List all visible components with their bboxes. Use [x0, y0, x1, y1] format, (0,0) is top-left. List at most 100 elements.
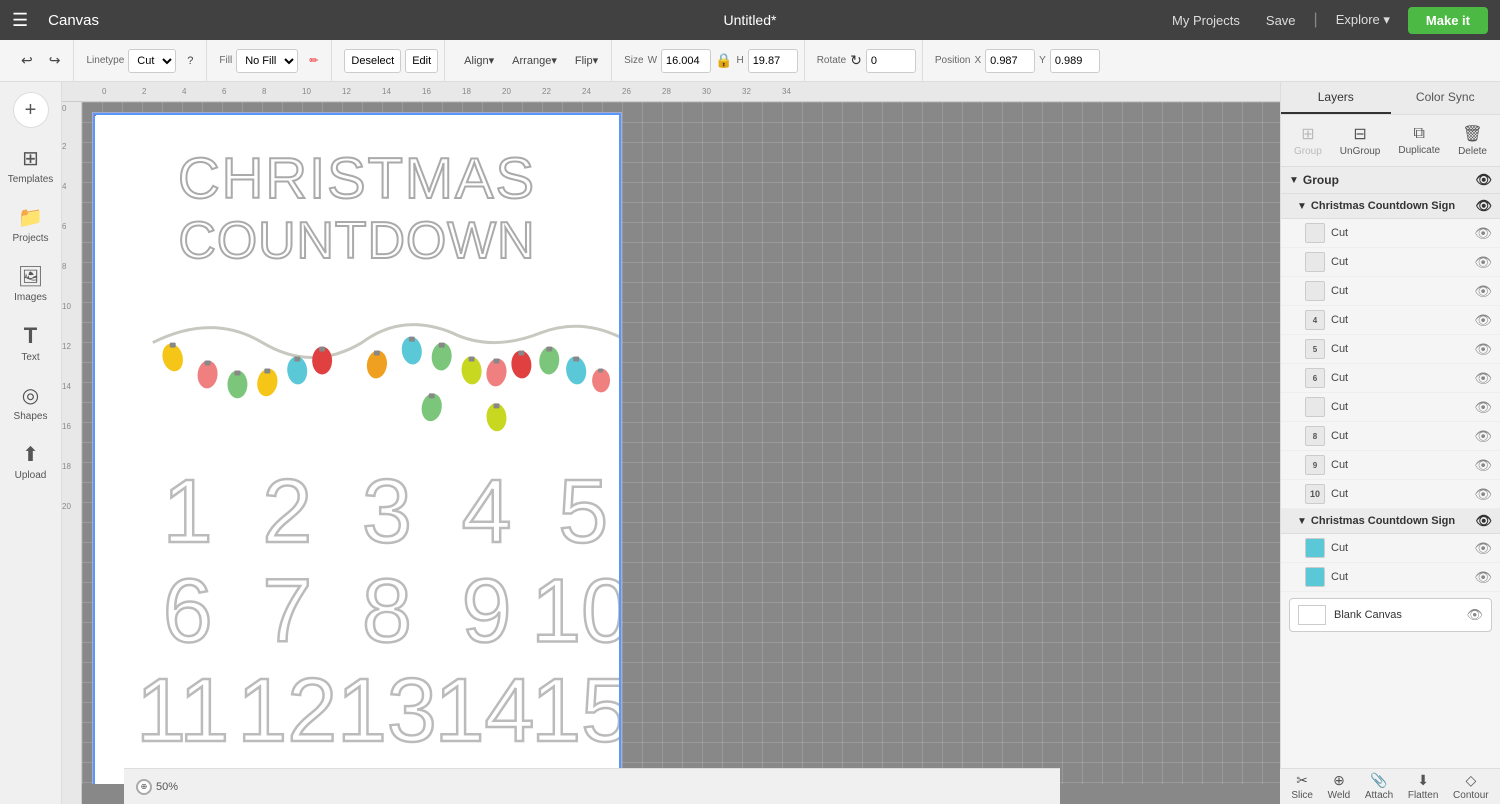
- make-it-button[interactable]: Make it: [1408, 7, 1488, 34]
- height-input[interactable]: [748, 49, 798, 73]
- redo-button[interactable]: ↪: [42, 48, 68, 73]
- layer-eye-icon[interactable]: 👁: [1474, 254, 1492, 271]
- subgroup1-header[interactable]: ▼ Christmas Countdown Sign 👁: [1281, 194, 1500, 219]
- blank-canvas-item[interactable]: Blank Canvas 👁: [1289, 598, 1492, 632]
- layer-eye-icon[interactable]: 👁: [1474, 370, 1492, 387]
- ungroup-action-button[interactable]: ⊟ UnGroup: [1332, 121, 1389, 160]
- layer-eye-icon[interactable]: 👁: [1474, 569, 1492, 586]
- x-input[interactable]: [985, 49, 1035, 73]
- layer-item[interactable]: Cut 👁: [1281, 277, 1500, 306]
- subgroup2-eye-icon[interactable]: 👁: [1475, 513, 1492, 529]
- group-action-button[interactable]: ⊞ Group: [1286, 121, 1330, 160]
- design-area[interactable]: ✕ 16.004" 19.87" CHRISTMAS COUNTDOWN: [92, 112, 622, 784]
- width-label: W: [648, 55, 657, 66]
- layer-item[interactable]: 9 Cut 👁: [1281, 451, 1500, 480]
- tab-layers[interactable]: Layers: [1281, 82, 1391, 114]
- layer-item[interactable]: 10 Cut 👁: [1281, 480, 1500, 509]
- rotate-input[interactable]: [866, 49, 916, 73]
- contour-button[interactable]: ◇ Contour: [1447, 770, 1495, 803]
- fill-select[interactable]: No Fill: [236, 49, 298, 73]
- canvas-area[interactable]: 0 2 4 6 8 10 12 14 16 18 20 22 24 26 28 …: [62, 82, 1280, 804]
- layer-item[interactable]: Cut 👁: [1281, 219, 1500, 248]
- projects-label: Projects: [12, 233, 48, 244]
- layer-eye-icon[interactable]: 👁: [1474, 540, 1492, 557]
- sidebar-item-upload[interactable]: ⬆ Upload: [4, 434, 58, 489]
- topbar: ☰ Canvas Untitled* My Projects Save | Ex…: [0, 0, 1500, 40]
- subgroup1-label: Christmas Countdown Sign: [1311, 200, 1455, 212]
- group-eye-icon[interactable]: 👁: [1475, 172, 1492, 188]
- align-button[interactable]: Align ▾: [457, 50, 501, 71]
- layer-thumbnail: [1305, 223, 1325, 243]
- contour-icon: ◇: [1465, 772, 1476, 789]
- attach-button[interactable]: 📎 Attach: [1359, 770, 1399, 803]
- shapes-icon: ◎: [22, 383, 39, 408]
- layer-eye-icon[interactable]: 👁: [1474, 486, 1492, 503]
- layer-eye-icon[interactable]: 👁: [1474, 457, 1492, 474]
- linetype-label: Linetype: [86, 55, 124, 66]
- layer-item[interactable]: Cut 👁: [1281, 393, 1500, 422]
- group-header[interactable]: ▼ Group 👁: [1281, 167, 1500, 194]
- layer-eye-icon[interactable]: 👁: [1474, 341, 1492, 358]
- menu-icon[interactable]: ☰: [12, 10, 28, 31]
- canvas-content[interactable]: ✕ 16.004" 19.87" CHRISTMAS COUNTDOWN: [82, 102, 1280, 784]
- svg-text:CHRISTMAS: CHRISTMAS: [178, 147, 536, 211]
- fill-color-button[interactable]: ✏: [302, 50, 325, 71]
- toolbar: ↩ ↪ Linetype Cut ? Fill No Fill ✏ Desele…: [0, 40, 1500, 82]
- linetype-select[interactable]: Cut: [128, 49, 176, 73]
- layer-eye-icon[interactable]: 👁: [1474, 283, 1492, 300]
- sidebar-item-templates[interactable]: ⊞ Templates: [4, 138, 58, 193]
- sidebar-item-shapes[interactable]: ◎ Shapes: [4, 375, 58, 430]
- y-input[interactable]: [1050, 49, 1100, 73]
- layer-eye-icon[interactable]: 👁: [1474, 312, 1492, 329]
- subgroup1-collapse-icon: ▼: [1297, 201, 1307, 212]
- new-button[interactable]: +: [13, 92, 49, 128]
- sidebar-item-projects[interactable]: 📁 Projects: [4, 197, 58, 252]
- doc-title: Untitled*: [724, 12, 777, 28]
- layer-eye-icon[interactable]: 👁: [1474, 399, 1492, 416]
- text-icon: T: [24, 323, 37, 349]
- layer-item[interactable]: 6 Cut 👁: [1281, 364, 1500, 393]
- my-projects-button[interactable]: My Projects: [1164, 9, 1248, 32]
- flatten-button[interactable]: ⬇ Flatten: [1402, 770, 1445, 803]
- save-button[interactable]: Save: [1258, 9, 1304, 32]
- layer-item[interactable]: Cut 👁: [1281, 248, 1500, 277]
- layer-thumbnail: 6: [1305, 368, 1325, 388]
- layer-label: Cut: [1331, 488, 1474, 500]
- attach-label: Attach: [1365, 790, 1393, 801]
- layer-label: Cut: [1331, 285, 1474, 297]
- bottom-panel: ⊕ 50%: [124, 768, 1060, 804]
- layer-item[interactable]: 4 Cut 👁: [1281, 306, 1500, 335]
- duplicate-label: Duplicate: [1398, 145, 1440, 156]
- shapes-label: Shapes: [14, 411, 48, 422]
- arrange-button[interactable]: Arrange ▾: [505, 50, 564, 71]
- edit-button[interactable]: Edit: [405, 49, 438, 73]
- lock-icon[interactable]: 🔒: [715, 52, 732, 69]
- layer-item-teal2[interactable]: Cut 👁: [1281, 563, 1500, 592]
- linetype-help-button[interactable]: ?: [180, 51, 200, 71]
- duplicate-action-button[interactable]: ⧉ Duplicate: [1390, 122, 1448, 159]
- svg-text:4: 4: [462, 462, 512, 562]
- undo-button[interactable]: ↩: [14, 48, 40, 73]
- layer-item-teal1[interactable]: Cut 👁: [1281, 534, 1500, 563]
- subgroup1-eye-icon[interactable]: 👁: [1475, 198, 1492, 214]
- sidebar-item-images[interactable]: 🖼 Images: [4, 256, 58, 311]
- flip-button[interactable]: Flip ▾: [568, 50, 605, 71]
- width-input[interactable]: [661, 49, 711, 73]
- layer-eye-icon[interactable]: 👁: [1474, 225, 1492, 242]
- layer-eye-icon[interactable]: 👁: [1474, 428, 1492, 445]
- weld-button[interactable]: ⊕ Weld: [1322, 770, 1357, 803]
- layer-item[interactable]: 5 Cut 👁: [1281, 335, 1500, 364]
- deselect-button[interactable]: Deselect: [344, 49, 401, 73]
- group-collapse-icon: ▼: [1289, 175, 1299, 186]
- subgroup2-header[interactable]: ▼ Christmas Countdown Sign 👁: [1281, 509, 1500, 534]
- layer-item[interactable]: 8 Cut 👁: [1281, 422, 1500, 451]
- subgroup2-label: Christmas Countdown Sign: [1311, 515, 1455, 527]
- explore-button[interactable]: Explore ▾: [1328, 8, 1398, 32]
- slice-button[interactable]: ✂ Slice: [1285, 770, 1319, 803]
- delete-action-button[interactable]: 🗑 Delete: [1450, 121, 1495, 160]
- tab-color-sync[interactable]: Color Sync: [1391, 82, 1500, 114]
- ruler-top: 0 2 4 6 8 10 12 14 16 18 20 22 24 26 28 …: [62, 82, 1280, 102]
- svg-text:COUNTDOWN: COUNTDOWN: [178, 211, 535, 269]
- blank-canvas-eye-icon[interactable]: 👁: [1466, 607, 1483, 623]
- sidebar-item-text[interactable]: T Text: [4, 315, 58, 371]
